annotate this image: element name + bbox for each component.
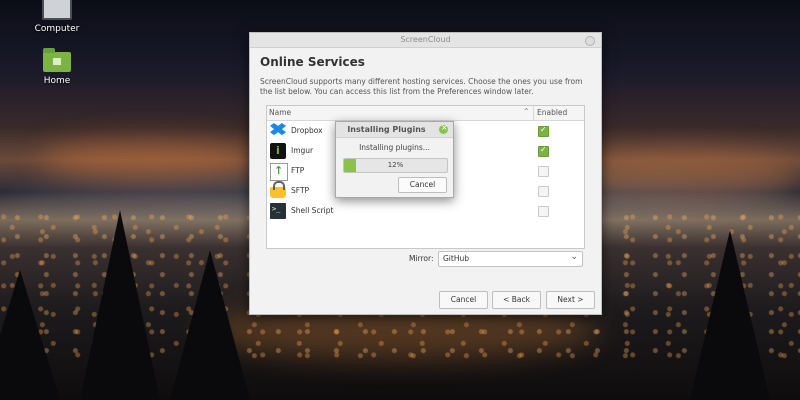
installing-plugins-dialog: Installing Plugins Installing plugins...… bbox=[335, 121, 454, 198]
enabled-checkbox[interactable] bbox=[538, 125, 549, 137]
service-name: Dropbox bbox=[291, 126, 323, 135]
enabled-checkbox[interactable] bbox=[538, 186, 549, 197]
enabled-checkbox[interactable] bbox=[538, 206, 549, 217]
home-folder-icon bbox=[43, 48, 71, 72]
desktop-icon-computer[interactable]: Computer bbox=[22, 0, 92, 34]
mirror-label: Mirror: bbox=[409, 254, 434, 263]
close-icon[interactable] bbox=[585, 36, 595, 46]
service-name: Imgur bbox=[291, 146, 314, 155]
mirror-select[interactable]: GitHub ⌄ bbox=[438, 251, 583, 267]
dropbox-icon bbox=[270, 123, 286, 136]
column-header-name[interactable]: Name bbox=[269, 108, 291, 117]
chevron-down-icon: ⌄ bbox=[570, 252, 578, 262]
column-header-enabled[interactable]: Enabled bbox=[537, 108, 567, 117]
dialog-titlebar[interactable]: Installing Plugins bbox=[336, 122, 453, 138]
next-button[interactable]: Next > bbox=[546, 291, 595, 309]
progress-text: 12% bbox=[387, 161, 404, 169]
enabled-checkbox[interactable] bbox=[538, 145, 549, 157]
page-title: Online Services bbox=[260, 55, 365, 69]
sftp-icon bbox=[270, 181, 286, 198]
page-description: ScreenCloud supports many different host… bbox=[260, 77, 583, 96]
dialog-message: Installing plugins... bbox=[359, 143, 430, 152]
imgur-icon bbox=[270, 143, 286, 159]
service-name: FTP bbox=[291, 166, 305, 175]
desktop-icon-home[interactable]: Home bbox=[22, 48, 92, 86]
list-header: Name ⌃ Enabled bbox=[267, 106, 584, 121]
window-title: ScreenCloud bbox=[400, 35, 451, 44]
desktop-icon-label: Computer bbox=[34, 24, 80, 34]
shell-script-icon bbox=[270, 203, 286, 219]
mirror-value: GitHub bbox=[443, 254, 469, 263]
service-name: Shell Script bbox=[291, 206, 334, 215]
window-titlebar[interactable]: ScreenCloud bbox=[250, 33, 601, 48]
dialog-cancel-button[interactable]: Cancel bbox=[398, 177, 447, 193]
service-row-shell-script[interactable]: Shell Script bbox=[267, 201, 584, 221]
cancel-button[interactable]: Cancel bbox=[439, 291, 488, 309]
desktop-icon-label: Home bbox=[43, 76, 71, 86]
back-button[interactable]: < Back bbox=[492, 291, 541, 309]
service-name: SFTP bbox=[291, 186, 310, 195]
sort-ascending-icon[interactable]: ⌃ bbox=[523, 107, 530, 116]
computer-icon bbox=[42, 0, 72, 20]
close-icon[interactable] bbox=[439, 123, 448, 134]
ftp-icon bbox=[270, 163, 288, 181]
dialog-title: Installing Plugins bbox=[347, 125, 426, 134]
progress-bar: 12% bbox=[343, 158, 448, 173]
enabled-checkbox[interactable] bbox=[538, 166, 549, 177]
